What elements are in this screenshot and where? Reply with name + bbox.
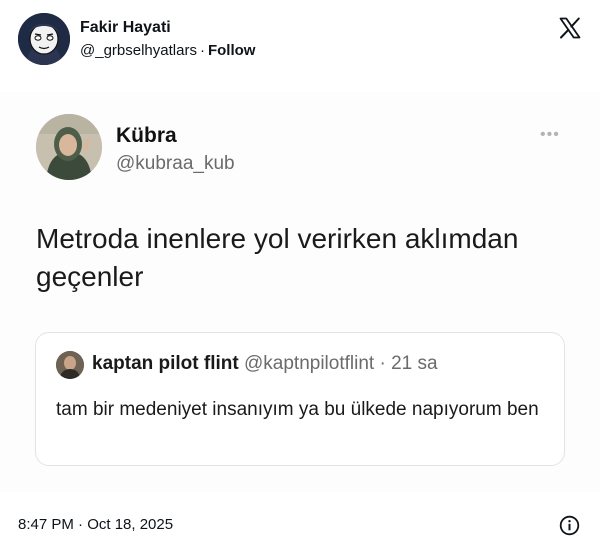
tweet-timestamp[interactable]: 8:47 PM · Oct 18, 2025 (18, 516, 173, 533)
user-avatar[interactable] (18, 13, 70, 65)
person-photo-icon (36, 114, 102, 180)
quote-author-name: kaptan pilot flint (92, 353, 239, 374)
ellipsis-icon: ••• (540, 126, 560, 143)
author-avatar (36, 114, 102, 180)
info-icon[interactable] (559, 515, 580, 536)
quote-header: kaptan pilot flint @kaptnpilotflint · 21… (92, 353, 438, 375)
person-photo-icon (56, 351, 84, 379)
display-name[interactable]: Fakir Hayati (80, 19, 171, 37)
quote-author-handle: @kaptnpilotflint (244, 353, 375, 374)
author-name: Kübra (116, 124, 177, 147)
author-handle: @kubraa_kub (116, 153, 235, 174)
quote-time: 21 sa (391, 353, 438, 374)
embed-header: Fakir Hayati @_grbselhyatlars · Follow (18, 13, 582, 69)
follow-button[interactable]: Follow (208, 42, 256, 59)
separator: · (199, 42, 205, 59)
cartoon-face-icon (18, 13, 70, 65)
x-logo-icon[interactable] (558, 16, 582, 40)
user-handle[interactable]: @_grbselhyatlars (80, 42, 197, 59)
quote-author-avatar (56, 351, 84, 379)
tweet-screenshot: Kübra @kubraa_kub ••• Metroda inenlere y… (0, 92, 600, 492)
handle-line: @_grbselhyatlars · Follow (80, 42, 255, 59)
quoted-tweet: kaptan pilot flint @kaptnpilotflint · 21… (35, 332, 565, 466)
tweet-text: Metroda inenlere yol verirken aklımdan g… (36, 223, 519, 292)
quote-separator: · (379, 353, 386, 374)
quote-text: tam bir medeniyet insanıyım ya bu ülkede… (56, 399, 539, 420)
